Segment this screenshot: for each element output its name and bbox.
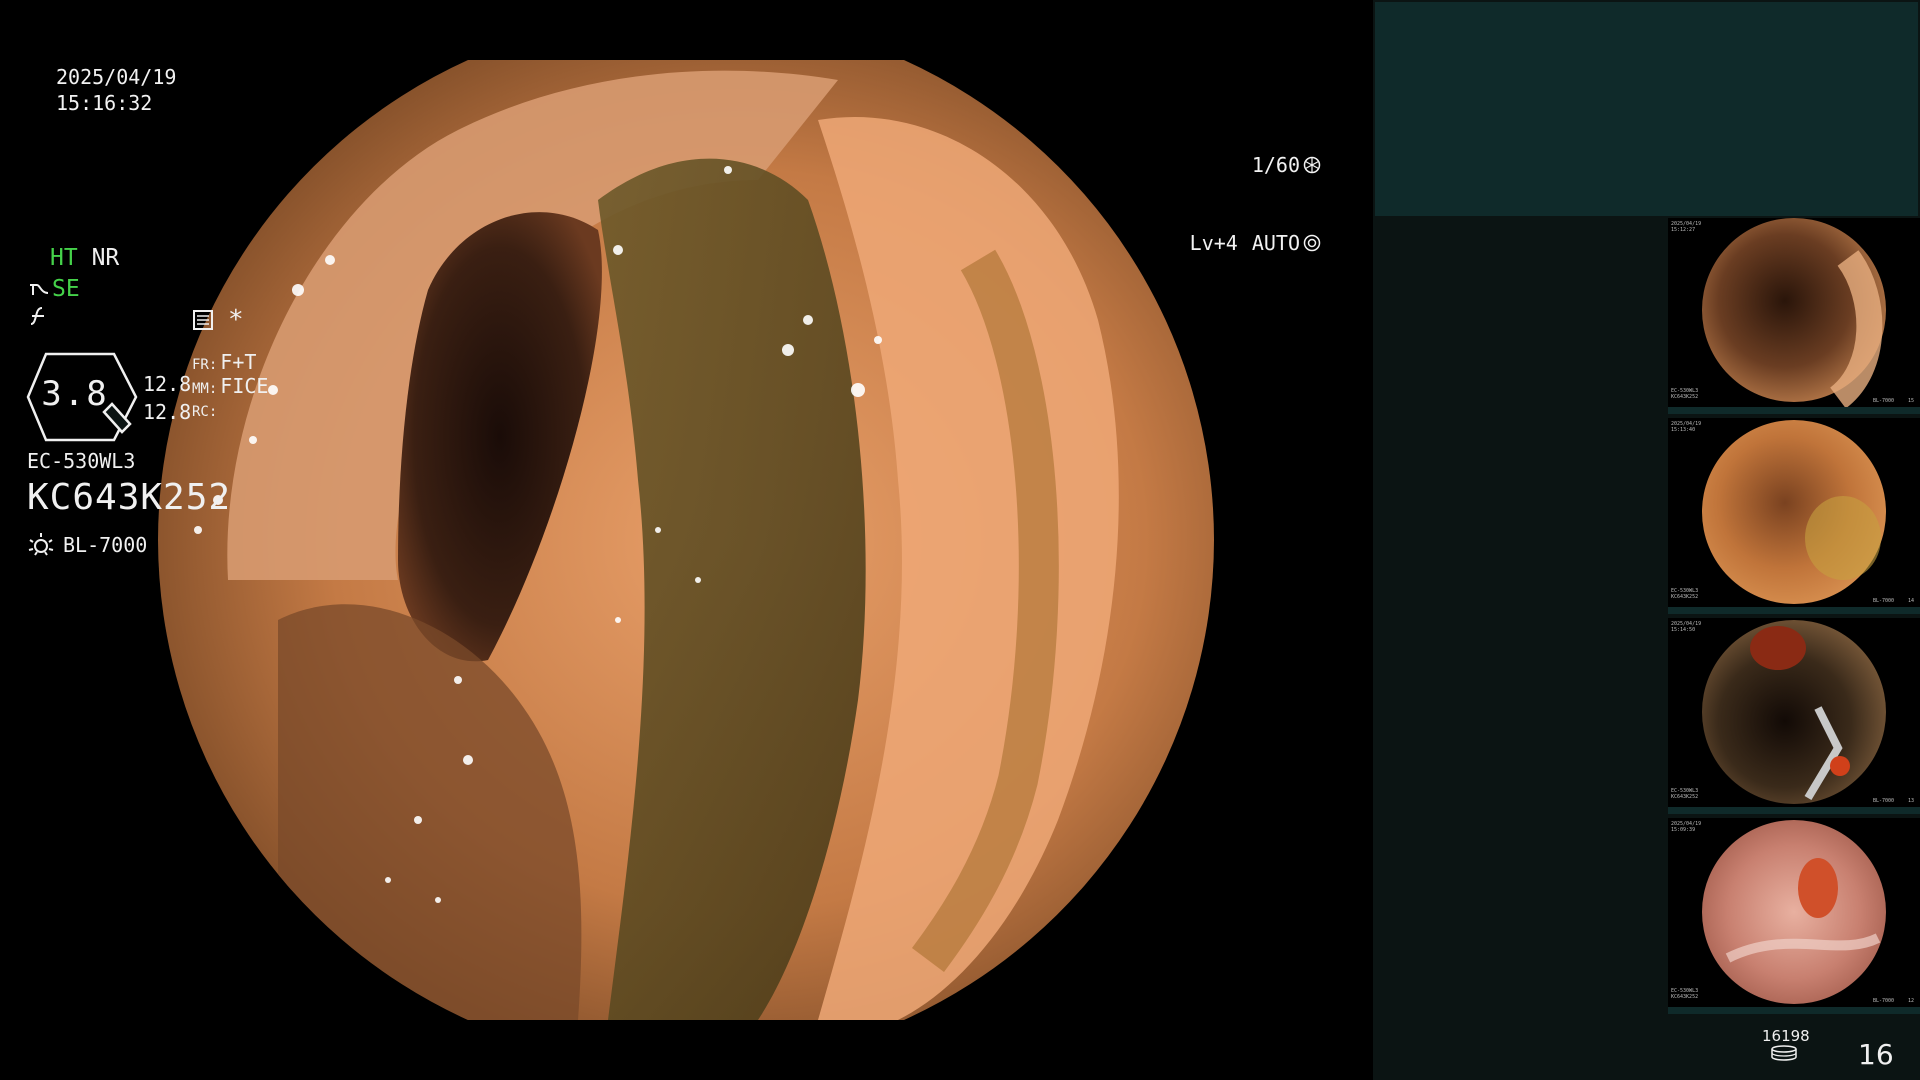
thumb-bar: [1668, 407, 1920, 414]
thumb-light: BL-7000: [1873, 798, 1895, 804]
mode-row-ht-nr: HT NR: [50, 244, 119, 272]
thumbnail-strip: 2025/04/19 15:12:27 EC-530WL3 KC643K252 …: [1668, 216, 1920, 1016]
mm-value: FICE: [220, 374, 269, 398]
filter-icon: [30, 307, 44, 325]
param-fr: FR: F+T: [192, 350, 256, 377]
value-b: 12.8: [143, 400, 192, 424]
icon-row: *: [192, 306, 244, 334]
mm-label: MM:: [192, 381, 218, 397]
mode-row-se: SE: [28, 275, 80, 303]
scope-serial: KC643K252: [27, 477, 232, 518]
thumbnail-2[interactable]: 2025/04/19 15:13:40 EC-530WL3 KC643K252 …: [1668, 418, 1920, 614]
thumb-index: 13: [1908, 798, 1915, 804]
thumb-scope: EC-530WL3 KC643K252: [1671, 388, 1699, 400]
thumb-bar: [1668, 607, 1920, 614]
thumb-datetime: 2025/04/19 15:14:50: [1671, 621, 1702, 633]
thumb-scope: EC-530WL3 KC643K252: [1671, 988, 1699, 1000]
thumbnail-image: [1702, 420, 1886, 604]
sun-icon: [28, 533, 54, 556]
exposure-readout: 1/60 Lv+4 AUTO: [1190, 100, 1321, 308]
thumbnail-image: [1702, 820, 1886, 1004]
thumb-index: 15: [1908, 398, 1915, 404]
param-mm: MM: FICE: [192, 374, 268, 401]
brightness-level: Lv+4: [1189, 231, 1238, 255]
storage-count: 16198: [1762, 1027, 1810, 1045]
thumb-datetime: 2025/04/19 15:12:27: [1671, 221, 1702, 233]
fr-value: F+T: [220, 350, 257, 374]
thumb-index: 14: [1908, 598, 1915, 604]
structure-enhance-icon: [30, 284, 49, 295]
iris-icon: [1303, 234, 1321, 252]
ht-mode: HT: [50, 245, 78, 271]
rc-label: RC:: [192, 404, 218, 420]
thumb-datetime: 2025/04/19 15:13:40: [1671, 421, 1702, 433]
thumb-bar: [1668, 807, 1920, 814]
thumbnail-image: [1702, 218, 1886, 409]
thumb-light: BL-7000: [1873, 398, 1895, 404]
param-rc: RC:: [192, 400, 220, 424]
thumb-datetime: 2025/04/19 15:09:39: [1671, 821, 1702, 833]
scope-model: EC-530WL3: [27, 449, 136, 473]
panel-header-area: [1375, 2, 1918, 216]
time-text: 15:16:32: [56, 91, 153, 115]
thumbnail-3[interactable]: 2025/04/19 15:14:50 EC-530WL3 KC643K252 …: [1668, 618, 1920, 814]
date-text: 2025/04/19: [56, 65, 177, 89]
shutter-speed: 1/60: [1251, 153, 1300, 177]
thumb-light: BL-7000: [1873, 598, 1895, 604]
thumb-scope: EC-530WL3 KC643K252: [1671, 788, 1699, 800]
light-source-row: BL-7000: [27, 531, 147, 559]
asterisk-indicator: *: [228, 305, 244, 335]
mode-row-filter: [28, 305, 50, 333]
thumbnail-1[interactable]: 2025/04/19 15:12:27 EC-530WL3 KC643K252 …: [1668, 218, 1920, 414]
value-a: 12.8: [143, 372, 192, 396]
se-mode: SE: [52, 276, 80, 302]
thumb-light: BL-7000: [1873, 998, 1895, 1004]
thumb-bar: [1668, 1007, 1920, 1014]
datetime-display: 2025/04/19 15:16:32: [56, 64, 176, 116]
exposure-mode: AUTO: [1251, 231, 1300, 255]
image-count: 16: [1858, 1038, 1894, 1071]
thumbnail-image: [1702, 620, 1886, 804]
storage-counter: 16198: [1762, 1027, 1810, 1065]
shutter-icon: [1303, 156, 1321, 174]
nr-mode: NR: [91, 245, 120, 271]
storage-icon: [1771, 1045, 1797, 1061]
thumbnail-4[interactable]: 2025/04/19 15:09:39 EC-530WL3 KC643K252 …: [1668, 818, 1920, 1014]
thumb-scope: EC-530WL3 KC643K252: [1671, 588, 1699, 600]
light-source: BL-7000: [63, 533, 148, 557]
recorder-icon: [193, 310, 213, 330]
zoom-value: 3.8: [41, 374, 109, 414]
endoscope-image: [158, 60, 1214, 1020]
thumb-index: 12: [1908, 998, 1915, 1004]
endoscope-live-view: 2025/04/19 15:16:32 1/60 Lv+4 AUTO: [0, 0, 1373, 1080]
